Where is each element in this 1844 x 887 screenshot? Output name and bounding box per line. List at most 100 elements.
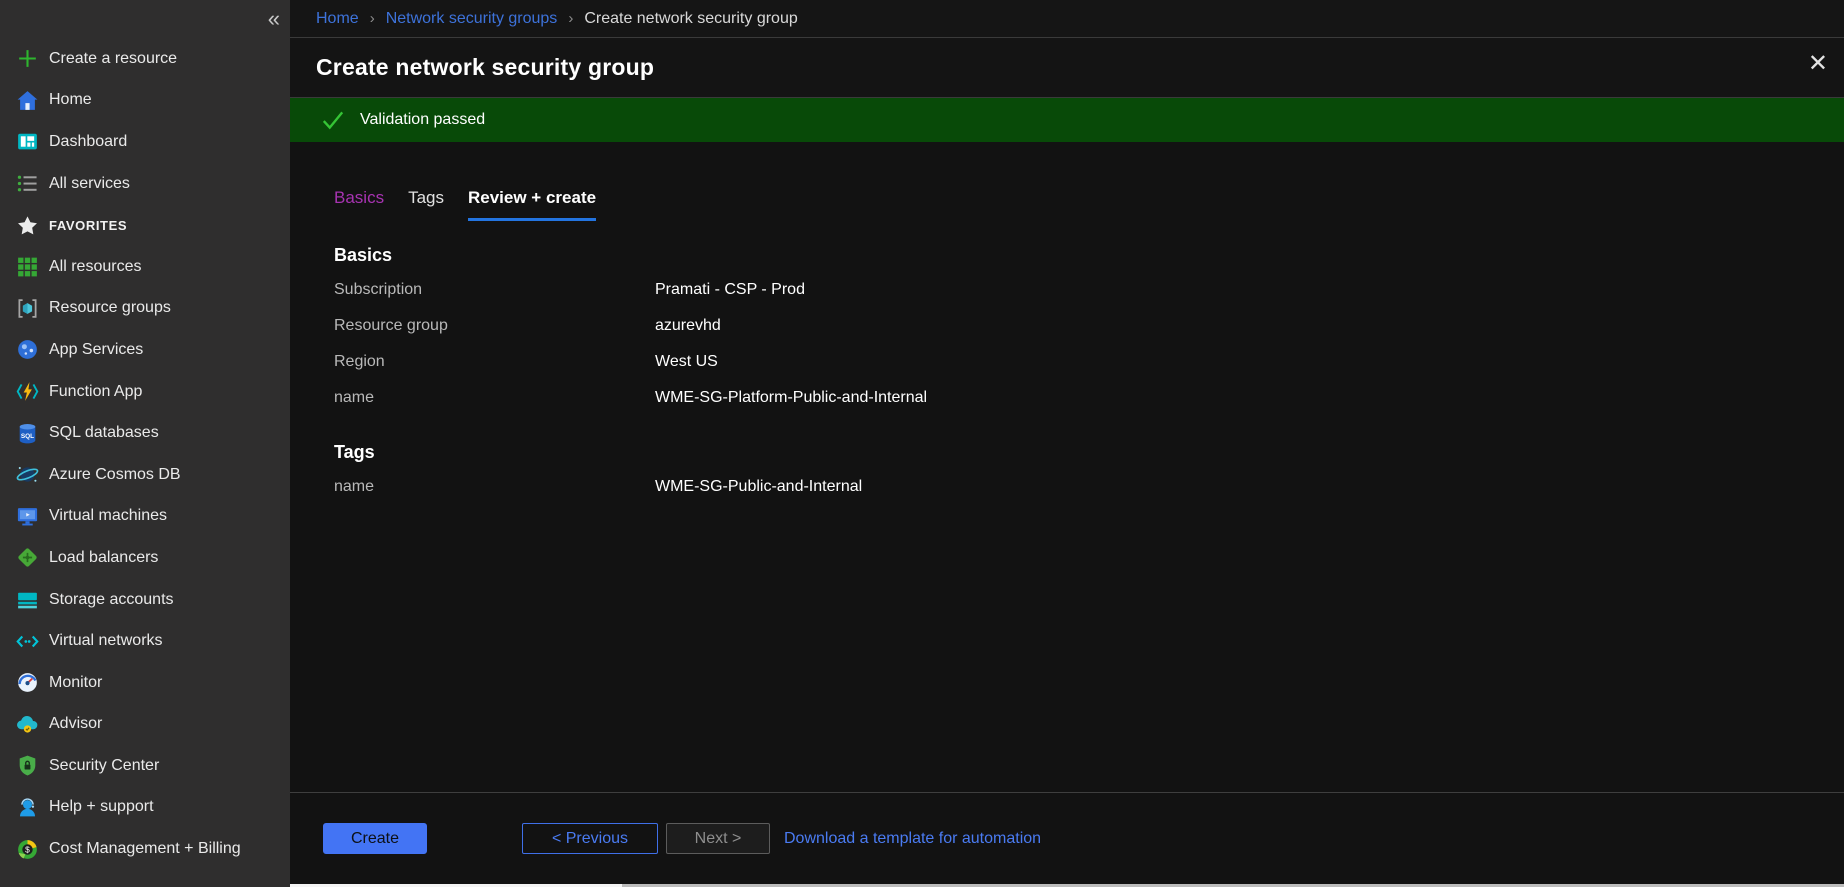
row-label: name — [334, 478, 655, 496]
sidebar-item-label: Resource groups — [49, 299, 171, 317]
row-value: West US — [655, 353, 718, 371]
basics-rows: Subscription Pramati - CSP - Prod Resour… — [334, 272, 1844, 416]
sidebar-item-label: Home — [49, 91, 92, 109]
sidebar-item-label: Function App — [49, 383, 142, 401]
tab-basics[interactable]: Basics — [334, 188, 384, 221]
row-label: Subscription — [334, 281, 655, 299]
sidebar-item-azure-cosmos-db[interactable]: Azure Cosmos DB — [0, 454, 290, 496]
sidebar-item-home[interactable]: Home — [0, 80, 290, 122]
monitor-screen-icon — [15, 504, 40, 529]
sidebar-item-label: Monitor — [49, 674, 102, 692]
dashboard-icon — [15, 129, 40, 154]
sidebar-item-all-resources[interactable]: All resources — [0, 246, 290, 288]
sidebar-item-label: All services — [49, 175, 130, 193]
breadcrumb-home-link[interactable]: Home — [316, 10, 359, 28]
sidebar-item-security-center[interactable]: Security Center — [0, 745, 290, 787]
sidebar-item-label: Cost Management + Billing — [49, 840, 241, 858]
planet-icon — [15, 462, 40, 487]
sidebar-section-favorites: FAVORITES — [0, 204, 290, 246]
shield-lock-icon — [15, 753, 40, 778]
tags-rows: name WME-SG-Public-and-Internal — [334, 469, 1844, 505]
sidebar-item-virtual-networks[interactable]: Virtual networks — [0, 620, 290, 662]
sidebar-item-load-balancers[interactable]: Load balancers — [0, 537, 290, 579]
tags-section-heading: Tags — [334, 442, 1844, 463]
row-value: WME-SG-Public-and-Internal — [655, 478, 862, 496]
previous-button[interactable]: < Previous — [522, 823, 658, 854]
next-button[interactable]: Next > — [666, 823, 770, 854]
validation-banner: Validation passed — [290, 98, 1844, 142]
sidebar-item-virtual-machines[interactable]: Virtual machines — [0, 496, 290, 538]
cube-brackets-icon — [15, 296, 40, 321]
breadcrumb-separator: › — [370, 10, 375, 27]
sidebar-nav: Create a resource Home Dashboard All ser… — [0, 38, 290, 870]
create-button[interactable]: Create — [323, 823, 427, 854]
footer-action-bar: Create < Previous Next > Download a temp… — [290, 792, 1844, 884]
star-icon — [15, 213, 40, 238]
sidebar-item-label: Virtual networks — [49, 632, 163, 650]
review-row-region: Region West US — [334, 344, 1844, 380]
sidebar-item-dashboard[interactable]: Dashboard — [0, 121, 290, 163]
breadcrumb-nsg-link[interactable]: Network security groups — [386, 10, 558, 28]
home-icon — [15, 88, 40, 113]
review-row-name: name WME-SG-Platform-Public-and-Internal — [334, 380, 1844, 416]
globe-icon — [15, 337, 40, 362]
row-value: WME-SG-Platform-Public-and-Internal — [655, 389, 927, 407]
sidebar-item-cost-management-billing[interactable]: $ Cost Management + Billing — [0, 828, 290, 870]
sidebar-section-label: FAVORITES — [49, 218, 127, 233]
validation-status-text: Validation passed — [360, 111, 485, 129]
row-label: name — [334, 389, 655, 407]
database-icon: SQL — [15, 421, 40, 446]
sidebar-item-resource-groups[interactable]: Resource groups — [0, 288, 290, 330]
download-template-link[interactable]: Download a template for automation — [784, 830, 1041, 848]
support-person-icon — [15, 795, 40, 820]
sidebar-item-sql-databases[interactable]: SQL SQL databases — [0, 412, 290, 454]
breadcrumb-current: Create network security group — [584, 10, 797, 28]
breadcrumb: Home › Network security groups › Create … — [290, 0, 1844, 38]
close-icon[interactable]: ✕ — [1808, 52, 1828, 76]
checkmark-icon — [320, 107, 346, 133]
azure-portal-window: « Create a resource Home Dashboard All s… — [0, 0, 1844, 887]
sidebar-collapse-icon[interactable]: « — [268, 8, 280, 30]
row-label: Region — [334, 353, 655, 371]
sidebar-item-label: Advisor — [49, 715, 102, 733]
sidebar-item-monitor[interactable]: Monitor — [0, 662, 290, 704]
review-row-subscription: Subscription Pramati - CSP - Prod — [334, 272, 1844, 308]
breadcrumb-separator: › — [568, 10, 573, 27]
sidebar-item-storage-accounts[interactable]: Storage accounts — [0, 579, 290, 621]
diamond-balancer-icon — [15, 545, 40, 570]
sidebar-item-help-support[interactable]: Help + support — [0, 787, 290, 829]
tab-review-create[interactable]: Review + create — [468, 188, 596, 221]
network-brackets-icon — [15, 629, 40, 654]
sidebar-item-label: Help + support — [49, 798, 154, 816]
sidebar-item-label: Azure Cosmos DB — [49, 466, 181, 484]
svg-text:SQL: SQL — [21, 433, 34, 440]
plus-icon — [15, 46, 40, 71]
billing-donut-icon: $ — [15, 837, 40, 862]
cloud-badge-icon — [15, 712, 40, 737]
sidebar: « Create a resource Home Dashboard All s… — [0, 0, 290, 887]
sidebar-item-all-services[interactable]: All services — [0, 163, 290, 205]
review-row-tag-name: name WME-SG-Public-and-Internal — [334, 469, 1844, 505]
row-value: Pramati - CSP - Prod — [655, 281, 805, 299]
basics-section-heading: Basics — [334, 245, 1844, 266]
list-icon — [15, 171, 40, 196]
row-value: azurevhd — [655, 317, 721, 335]
sidebar-item-create-a-resource[interactable]: Create a resource — [0, 38, 290, 80]
storage-stack-icon — [15, 587, 40, 612]
sidebar-item-label: All resources — [49, 258, 141, 276]
sidebar-item-function-app[interactable]: Function App — [0, 371, 290, 413]
sidebar-item-label: Security Center — [49, 757, 159, 775]
sidebar-item-app-services[interactable]: App Services — [0, 329, 290, 371]
sidebar-item-advisor[interactable]: Advisor — [0, 704, 290, 746]
sidebar-item-label: Storage accounts — [49, 591, 174, 609]
tab-tags[interactable]: Tags — [408, 188, 444, 221]
sidebar-item-label: Create a resource — [49, 50, 177, 68]
sidebar-item-label: Load balancers — [49, 549, 158, 567]
page-title: Create network security group — [316, 54, 654, 81]
review-row-resource-group: Resource group azurevhd — [334, 308, 1844, 344]
tab-bar: Basics Tags Review + create — [334, 188, 1844, 221]
grid-icon — [15, 254, 40, 279]
gauge-icon — [15, 670, 40, 695]
sidebar-item-label: App Services — [49, 341, 143, 359]
sidebar-item-label: Dashboard — [49, 133, 127, 151]
